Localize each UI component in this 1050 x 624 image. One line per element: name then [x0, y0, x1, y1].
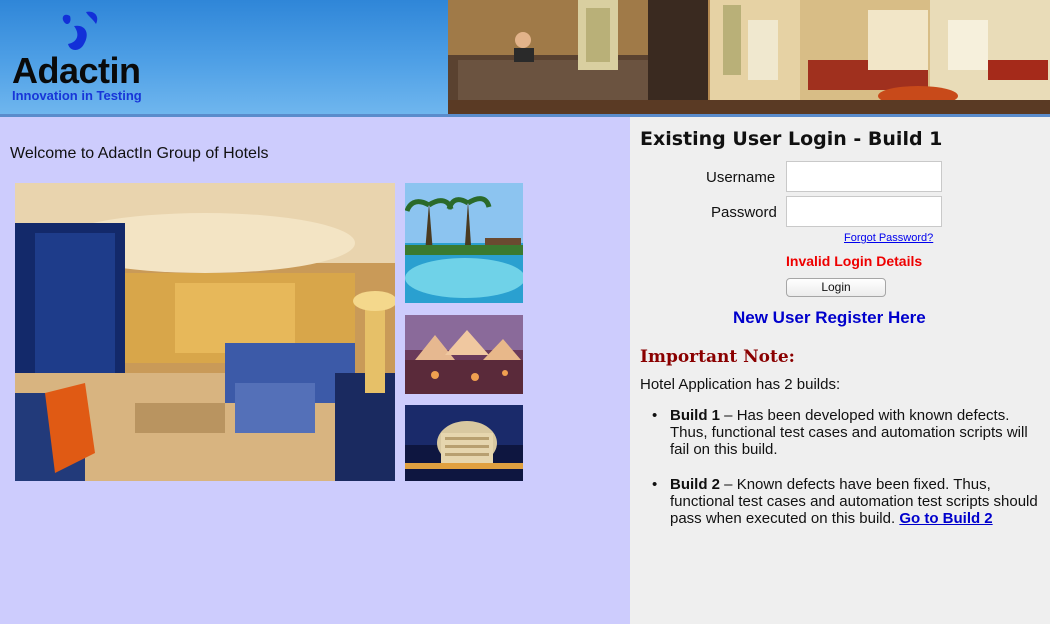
- build-1-description: – Has been developed with known defects.…: [670, 407, 1028, 458]
- bullet-icon: •: [652, 407, 658, 424]
- pool-image: [405, 183, 523, 303]
- password-input[interactable]: [786, 196, 942, 227]
- important-note-title: Important Note:: [640, 347, 795, 367]
- username-label: Username: [706, 169, 776, 186]
- welcome-text: Welcome to AdactIn Group of Hotels: [10, 145, 269, 162]
- username-input[interactable]: [786, 161, 942, 192]
- build-2-label: Build 2: [670, 476, 721, 493]
- hotel-lobby-banner-image: [448, 0, 1050, 114]
- resort-tents-image: [405, 315, 523, 394]
- header-logo-area: Adactin Innovation in Testing: [0, 0, 448, 114]
- login-panel: Existing User Login - Build 1 Username P…: [630, 117, 1050, 624]
- login-error-message: Invalid Login Details: [786, 253, 923, 269]
- password-label: Password: [711, 204, 777, 221]
- login-title: Existing User Login - Build 1: [640, 128, 943, 150]
- hotel-night-image: [405, 405, 523, 481]
- header: Adactin Innovation in Testing: [0, 0, 1050, 117]
- build-1-text: Build 1 – Has been developed with known …: [670, 407, 1042, 458]
- left-panel: Welcome to AdactIn Group of Hotels: [0, 117, 630, 624]
- important-note-intro: Hotel Application has 2 builds:: [640, 376, 841, 393]
- hotel-suite-image: [15, 183, 395, 481]
- new-user-register-link[interactable]: New User Register Here: [733, 308, 926, 328]
- login-button[interactable]: Login: [786, 278, 886, 297]
- forgot-password-link[interactable]: Forgot Password?: [844, 232, 933, 244]
- build-2-text: Build 2 – Known defects have been fixed.…: [670, 476, 1042, 527]
- logo-tagline: Innovation in Testing: [12, 88, 142, 103]
- build-1-label: Build 1: [670, 407, 721, 424]
- logo-wordmark: Adactin: [12, 50, 141, 91]
- go-to-build-2-link[interactable]: Go to Build 2: [899, 510, 992, 527]
- bullet-icon: •: [652, 476, 658, 493]
